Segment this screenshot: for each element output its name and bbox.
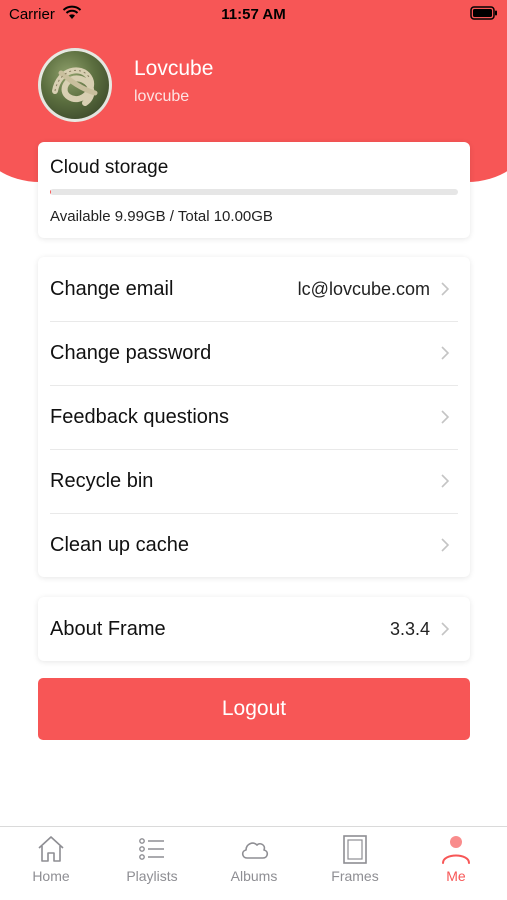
chevron-right-icon: [441, 622, 450, 636]
person-icon: [442, 836, 470, 864]
menu-item-feedback[interactable]: Feedback questions: [38, 385, 470, 449]
tab-bar: Home Playlists Albums Frames Me: [0, 826, 507, 900]
frame-icon: [343, 835, 367, 864]
avatar[interactable]: [38, 48, 112, 122]
email-value: lc@lovcube.com: [297, 279, 430, 299]
menu-item-label: About Frame: [50, 618, 166, 640]
tab-home[interactable]: Home: [1, 827, 101, 900]
chevron-right-icon: [441, 410, 450, 424]
menu-item-label: Clean up cache: [50, 534, 189, 556]
tab-label: Frames: [331, 868, 379, 884]
tab-me[interactable]: Me: [406, 827, 506, 900]
user-handle: lovcube: [134, 88, 190, 105]
chevron-right-icon: [441, 474, 450, 488]
cloud-storage-card: Cloud storage Available 9.99GB / Total 1…: [38, 142, 470, 238]
tab-label: Playlists: [126, 868, 178, 884]
battery-icon: [470, 6, 497, 20]
rope-knot-image: [52, 67, 98, 106]
settings-menu: Change email lc@lovcube.com Change passw…: [38, 257, 470, 577]
tab-albums[interactable]: Albums: [204, 827, 304, 900]
version-value: 3.3.4: [389, 619, 430, 639]
storage-detail: Available 9.99GB / Total 10.00GB: [50, 208, 273, 225]
about-card: About Frame 3.3.4: [38, 597, 470, 661]
menu-item-label: Change email: [50, 278, 174, 300]
menu-item-label: Feedback questions: [50, 406, 230, 428]
home-icon: [38, 836, 64, 862]
chevron-right-icon: [441, 282, 450, 296]
tab-label: Home: [32, 868, 70, 884]
menu-item-label: Change password: [50, 342, 212, 364]
menu-item-change-password[interactable]: Change password: [38, 321, 470, 385]
tab-label: Albums: [230, 868, 278, 884]
tab-frames[interactable]: Frames: [305, 827, 405, 900]
tab-playlists[interactable]: Playlists: [102, 827, 202, 900]
storage-progress-bar: [50, 189, 458, 195]
menu-item-label: Recycle bin: [50, 470, 154, 492]
chevron-right-icon: [441, 346, 450, 360]
logout-button[interactable]: Logout: [38, 678, 470, 740]
storage-title: Cloud storage: [50, 157, 169, 178]
menu-item-clean-cache[interactable]: Clean up cache: [38, 513, 470, 577]
menu-item-recycle-bin[interactable]: Recycle bin: [38, 449, 470, 513]
tab-label: Me: [446, 868, 466, 884]
menu-item-change-email[interactable]: Change email lc@lovcube.com: [38, 257, 470, 321]
user-name: Lovcube: [134, 57, 214, 80]
menu-item-about[interactable]: About Frame 3.3.4: [38, 597, 470, 661]
status-bar: Carrier 11:57 AM: [0, 0, 507, 30]
list-icon: [139, 838, 164, 860]
chevron-right-icon: [441, 538, 450, 552]
cloud-icon: [241, 842, 269, 859]
clock-time: 11:57 AM: [221, 6, 286, 23]
